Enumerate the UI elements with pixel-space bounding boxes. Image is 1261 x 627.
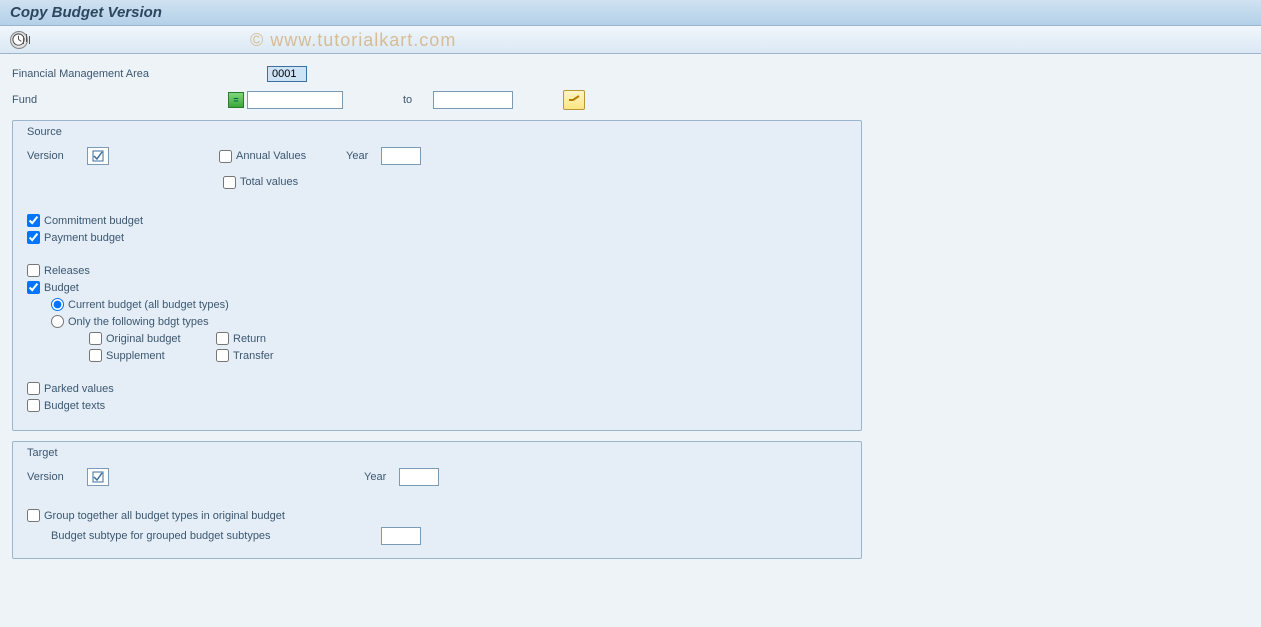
subtype-row: Budget subtype for grouped budget subtyp… <box>51 526 847 546</box>
return-checkbox[interactable] <box>216 332 229 345</box>
content-area: Financial Management Area 0001 Fund = to… <box>0 54 1261 569</box>
payment-row: Payment budget <box>27 231 847 244</box>
target-year-label: Year <box>364 471 399 483</box>
current-budget-radio[interactable] <box>51 298 64 311</box>
source-version-row: Version Annual Values Year <box>27 146 847 166</box>
total-values-row: Total values <box>27 172 847 192</box>
target-version-row: Version Year <box>27 467 847 487</box>
budget-texts-checkbox[interactable] <box>27 399 40 412</box>
commitment-checkbox[interactable] <box>27 214 40 227</box>
target-group: Target Version Year Group together all b… <box>12 441 862 559</box>
current-budget-label: Current budget (all budget types) <box>68 299 229 311</box>
original-return-row: Original budget Return <box>89 332 847 345</box>
annual-values-label: Annual Values <box>236 150 346 162</box>
source-year-input[interactable] <box>381 147 421 165</box>
budget-texts-row: Budget texts <box>27 399 847 412</box>
parked-row: Parked values <box>27 382 847 395</box>
total-values-label: Total values <box>240 176 298 188</box>
only-following-radio[interactable] <box>51 315 64 328</box>
transfer-label: Transfer <box>233 350 274 362</box>
budget-label: Budget <box>44 282 79 294</box>
fm-area-label: Financial Management Area <box>12 68 267 80</box>
transfer-checkbox[interactable] <box>216 349 229 362</box>
payment-checkbox[interactable] <box>27 231 40 244</box>
page-title: Copy Budget Version <box>10 4 162 21</box>
multiple-selection-button[interactable] <box>563 90 585 110</box>
fund-to-label: to <box>403 94 423 106</box>
supplement-checkbox[interactable] <box>89 349 102 362</box>
commitment-row: Commitment budget <box>27 214 847 227</box>
group-together-label: Group together all budget types in origi… <box>44 510 285 522</box>
only-following-label: Only the following bdgt types <box>68 316 209 328</box>
source-version-label: Version <box>27 150 87 162</box>
total-values-checkbox[interactable] <box>223 176 236 189</box>
only-following-row: Only the following bdgt types <box>51 315 847 328</box>
target-year-input[interactable] <box>399 468 439 486</box>
return-label: Return <box>233 333 266 345</box>
commitment-label: Commitment budget <box>44 215 143 227</box>
budget-texts-label: Budget texts <box>44 400 105 412</box>
original-budget-label: Original budget <box>106 333 216 345</box>
subtype-input[interactable] <box>381 527 421 545</box>
target-group-title: Target <box>27 442 847 467</box>
fund-selection-indicator[interactable]: = <box>228 92 244 108</box>
toolbar <box>0 26 1261 54</box>
execute-icon[interactable] <box>10 31 28 49</box>
source-group-title: Source <box>27 121 847 146</box>
releases-label: Releases <box>44 265 90 277</box>
budget-row: Budget <box>27 281 847 294</box>
page-title-bar: Copy Budget Version <box>0 0 1261 26</box>
group-together-checkbox[interactable] <box>27 509 40 522</box>
fm-area-row: Financial Management Area 0001 <box>12 64 1249 84</box>
target-version-label: Version <box>27 471 87 483</box>
fund-from-input[interactable] <box>247 91 343 109</box>
fund-to-input[interactable] <box>433 91 513 109</box>
supplement-label: Supplement <box>106 350 216 362</box>
parked-checkbox[interactable] <box>27 382 40 395</box>
source-group: Source Version Annual Values Year Total … <box>12 120 862 431</box>
fm-area-value[interactable]: 0001 <box>267 66 307 82</box>
releases-row: Releases <box>27 264 847 277</box>
group-together-row: Group together all budget types in origi… <box>27 509 847 522</box>
fund-row: Fund = to <box>12 90 1249 110</box>
supplement-transfer-row: Supplement Transfer <box>89 349 847 362</box>
releases-checkbox[interactable] <box>27 264 40 277</box>
budget-checkbox[interactable] <box>27 281 40 294</box>
parked-label: Parked values <box>44 383 114 395</box>
payment-label: Payment budget <box>44 232 124 244</box>
current-budget-row: Current budget (all budget types) <box>51 298 847 311</box>
source-version-input[interactable] <box>87 147 109 165</box>
annual-values-checkbox[interactable] <box>219 150 232 163</box>
subtype-label: Budget subtype for grouped budget subtyp… <box>51 530 381 542</box>
fund-label: Fund <box>12 94 228 106</box>
original-budget-checkbox[interactable] <box>89 332 102 345</box>
source-year-label: Year <box>346 150 381 162</box>
target-version-input[interactable] <box>87 468 109 486</box>
